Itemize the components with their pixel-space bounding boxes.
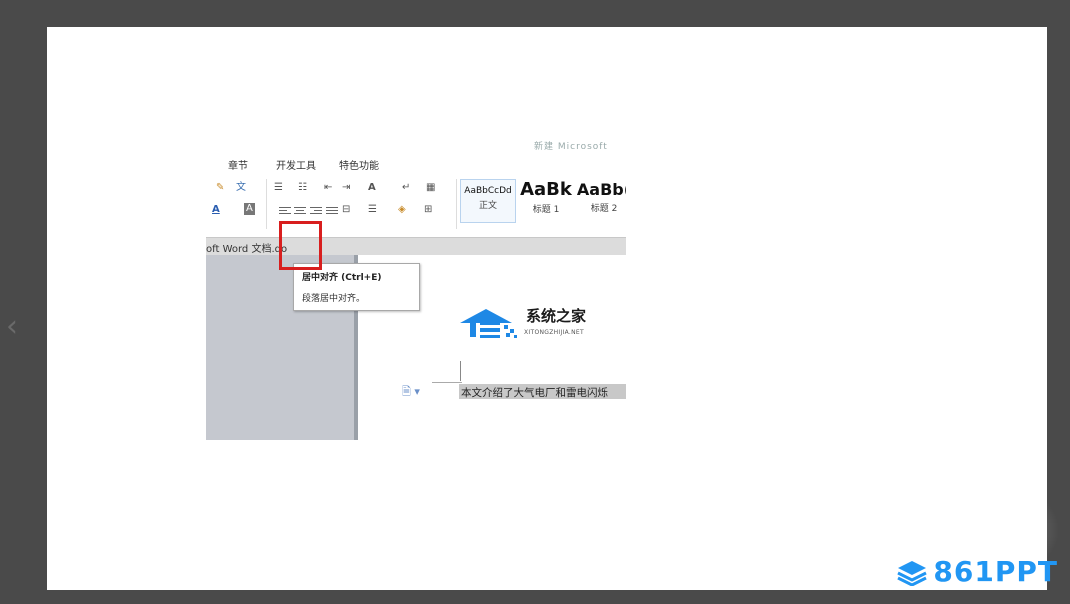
menu-item-special-features[interactable]: 特色功能 xyxy=(339,157,379,172)
logo-url: XITONGZHIJIA.NET xyxy=(524,329,584,336)
style-heading-2[interactable]: AaBb( 标题 2 xyxy=(574,179,626,223)
paragraph-shading-icon[interactable]: ◈ xyxy=(398,203,406,217)
line-spacing-icon[interactable]: ☰ xyxy=(368,203,377,217)
align-center-icon[interactable] xyxy=(294,207,306,217)
document-tab[interactable]: oft Word 文档.do xyxy=(206,240,287,255)
style-gallery: AaBbCcDd 正文 AaBk 标题 1 AaBb( 标题 2 xyxy=(460,179,626,227)
tooltip-title: 居中对齐 (Ctrl+E) xyxy=(302,273,382,283)
margin-marker-line xyxy=(432,382,462,383)
align-left-icon[interactable] xyxy=(279,207,291,217)
table-icon[interactable]: ▦ xyxy=(426,181,435,195)
align-right-icon[interactable] xyxy=(310,207,322,217)
char-shading-button[interactable]: A xyxy=(244,203,255,215)
tooltip: 居中对齐 (Ctrl+E) 段落居中对齐。 xyxy=(293,263,420,311)
paragraph-mark-icon[interactable]: ↵ xyxy=(402,181,410,195)
justify-icon[interactable] xyxy=(326,207,338,217)
borders-icon[interactable]: ⊞ xyxy=(424,203,432,217)
annotation-highlight-box xyxy=(279,221,322,270)
site-logo: 系统之家 XITONGZHIJIA.NET xyxy=(458,305,618,343)
selected-body-text[interactable]: 本文介绍了大气电厂和雷电闪烁 xyxy=(459,384,626,399)
menu-item-chapter[interactable]: 章节 xyxy=(228,157,248,172)
watermark: 861PPT xyxy=(897,555,1058,588)
ribbon-separator xyxy=(266,179,267,229)
embedded-screenshot: 新建 Microsoft 章节 开发工具 特色功能 ✎ 文 ☰ ☷ ⇤ ⇥ A … xyxy=(206,139,626,440)
window-title-fragment: 新建 Microsoft xyxy=(534,142,608,152)
eraser-icon[interactable]: ✎ xyxy=(216,181,224,195)
style-normal[interactable]: AaBbCcDd 正文 xyxy=(460,179,516,223)
pinyin-icon[interactable]: 文 xyxy=(236,181,246,195)
layers-icon xyxy=(897,561,928,586)
logo-name: 系统之家 xyxy=(526,307,587,325)
ribbon-menu: 章节 开发工具 特色功能 xyxy=(206,157,626,173)
decrease-indent-icon[interactable]: ⇤ xyxy=(324,181,332,195)
watermark-text: 861PPT xyxy=(933,555,1058,588)
house-logo-icon xyxy=(460,309,517,338)
style-heading-1[interactable]: AaBk 标题 1 xyxy=(518,179,574,223)
ribbon-separator xyxy=(456,179,457,229)
menu-item-developer-tools[interactable]: 开发工具 xyxy=(276,157,316,172)
distributed-align-icon[interactable]: ⊟ xyxy=(342,203,350,217)
bullet-list-icon[interactable]: ☰ xyxy=(274,181,283,195)
grow-font-icon[interactable]: A xyxy=(368,181,376,195)
tooltip-description: 段落居中对齐。 xyxy=(302,294,366,304)
numbered-list-icon[interactable]: ☷ xyxy=(298,181,307,195)
previous-arrow-icon[interactable]: ‹ xyxy=(6,312,26,342)
document-tab-bar: oft Word 文档.do xyxy=(206,237,626,255)
margin-marker xyxy=(460,361,461,381)
paste-options-icon[interactable]: 🗎 ▾ xyxy=(402,383,420,402)
font-color-button[interactable]: A xyxy=(212,203,220,217)
increase-indent-icon[interactable]: ⇥ xyxy=(342,181,350,195)
